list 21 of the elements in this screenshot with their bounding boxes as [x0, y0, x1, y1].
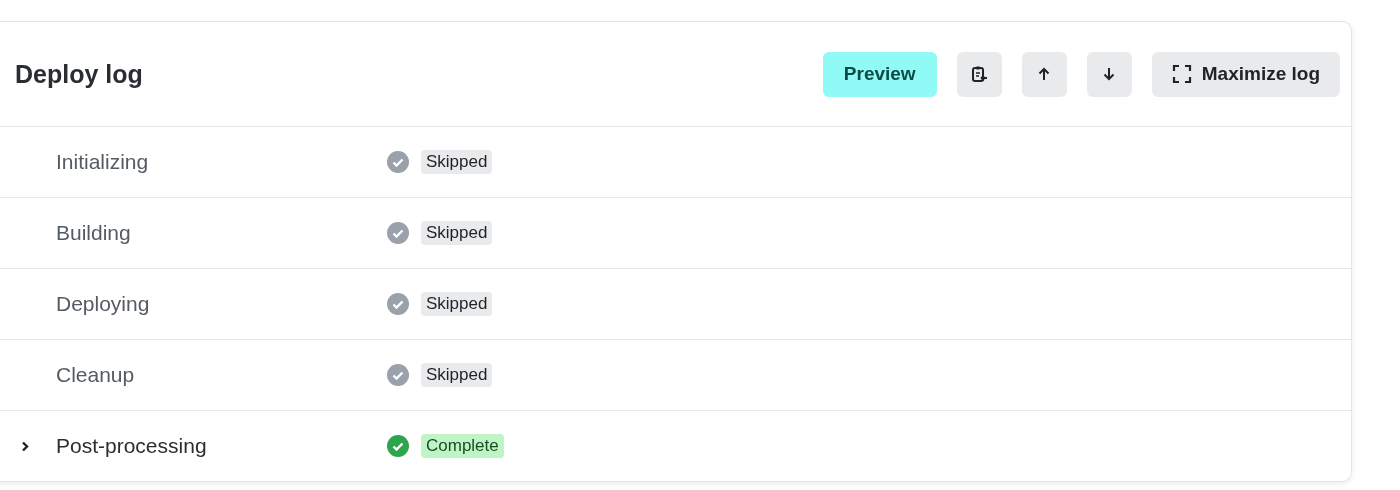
scroll-down-button[interactable] — [1086, 51, 1132, 97]
status-badge: Skipped — [421, 150, 493, 174]
status-badge: Complete — [421, 434, 504, 458]
scroll-up-button[interactable] — [1021, 51, 1067, 97]
status-badge: Skipped — [421, 292, 493, 316]
maximize-icon — [1171, 64, 1192, 84]
step-name: Initializing — [56, 150, 150, 174]
chevron-right-icon[interactable] — [20, 440, 29, 452]
maximize-button[interactable]: Maximize log — [1151, 51, 1340, 97]
arrow-up-icon — [1038, 67, 1051, 81]
clipboard-icon — [970, 65, 989, 83]
step-name: Building — [56, 221, 132, 245]
step-name: Post-processing — [56, 434, 208, 458]
step-name: Deploying — [56, 292, 151, 316]
preview-button[interactable]: Preview — [822, 51, 937, 97]
step-name: Cleanup — [56, 363, 136, 387]
copy-button[interactable] — [956, 51, 1002, 97]
arrow-down-icon — [1103, 67, 1116, 81]
status-badge: Skipped — [421, 221, 493, 245]
panel-title: Deploy log — [15, 59, 143, 89]
status-badge: Skipped — [421, 363, 493, 387]
